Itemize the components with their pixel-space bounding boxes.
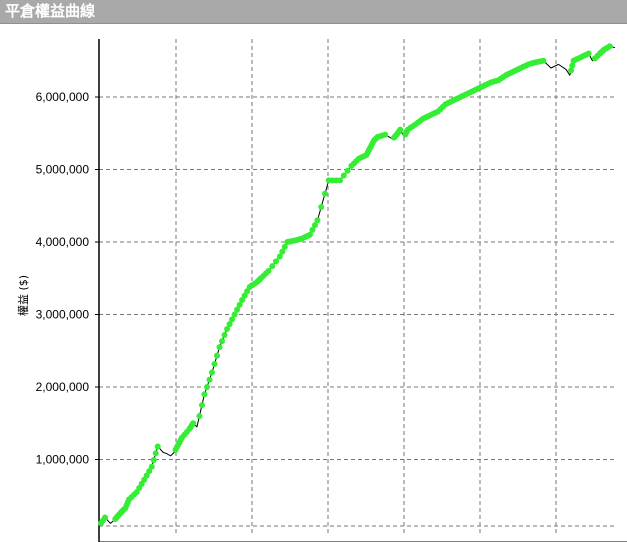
new-high-marker — [201, 391, 208, 398]
y-tick-label-2: 3,000,000 — [36, 308, 90, 322]
new-high-marker — [273, 258, 280, 265]
new-high-marker — [211, 361, 218, 368]
window-titlebar: 平倉權益曲線 — [0, 0, 627, 24]
new-high-marker — [214, 352, 221, 359]
new-high-marker — [198, 402, 205, 409]
new-high-marker — [190, 420, 197, 427]
new-high-marker — [203, 384, 210, 390]
new-high-marker — [216, 344, 223, 351]
new-high-marker — [265, 268, 272, 274]
new-high-marker — [196, 413, 203, 419]
new-high-marker — [152, 450, 159, 457]
new-high-marker — [397, 126, 404, 133]
new-high-marker — [150, 456, 157, 463]
window-title: 平倉權益曲線 — [5, 2, 96, 20]
y-tick-label-0: 1,000,000 — [36, 453, 90, 467]
y-tick-labels: 1,000,000 2,000,000 3,000,000 4,000,000 5,00… — [36, 90, 90, 467]
new-high-marker — [337, 177, 344, 184]
y-tick-label-5: 6,000,000 — [36, 90, 90, 104]
new-high-marker — [154, 443, 161, 450]
new-high-marker — [102, 514, 109, 521]
new-high-marker — [340, 172, 347, 179]
axes — [95, 39, 627, 542]
new-high-marker — [318, 203, 325, 210]
new-high-marker — [219, 338, 226, 345]
y-tick-label-4: 5,000,000 — [36, 163, 90, 177]
new-high-marker — [321, 190, 328, 197]
new-high-marker — [208, 369, 215, 376]
new-high-marker — [148, 463, 155, 470]
y-axis-label: 權益 ($) — [16, 275, 30, 316]
y-tick-label-1: 2,000,000 — [36, 380, 90, 394]
new-high-marker — [585, 50, 592, 57]
new-high-marker — [269, 263, 276, 270]
new-high-marker — [540, 57, 547, 64]
equity-curve-chart: 1,000,000 2,000,000 3,000,000 4,000,000 5,00… — [16, 39, 627, 542]
y-tick-label-3: 4,000,000 — [36, 235, 90, 249]
new-high-marker — [382, 131, 389, 138]
grid-lines — [99, 39, 615, 536]
new-high-marker — [206, 376, 213, 383]
new-high-marker — [606, 43, 613, 50]
new-high-marker — [221, 332, 228, 339]
new-high-marker — [314, 217, 321, 224]
new-high-marker — [344, 167, 351, 174]
